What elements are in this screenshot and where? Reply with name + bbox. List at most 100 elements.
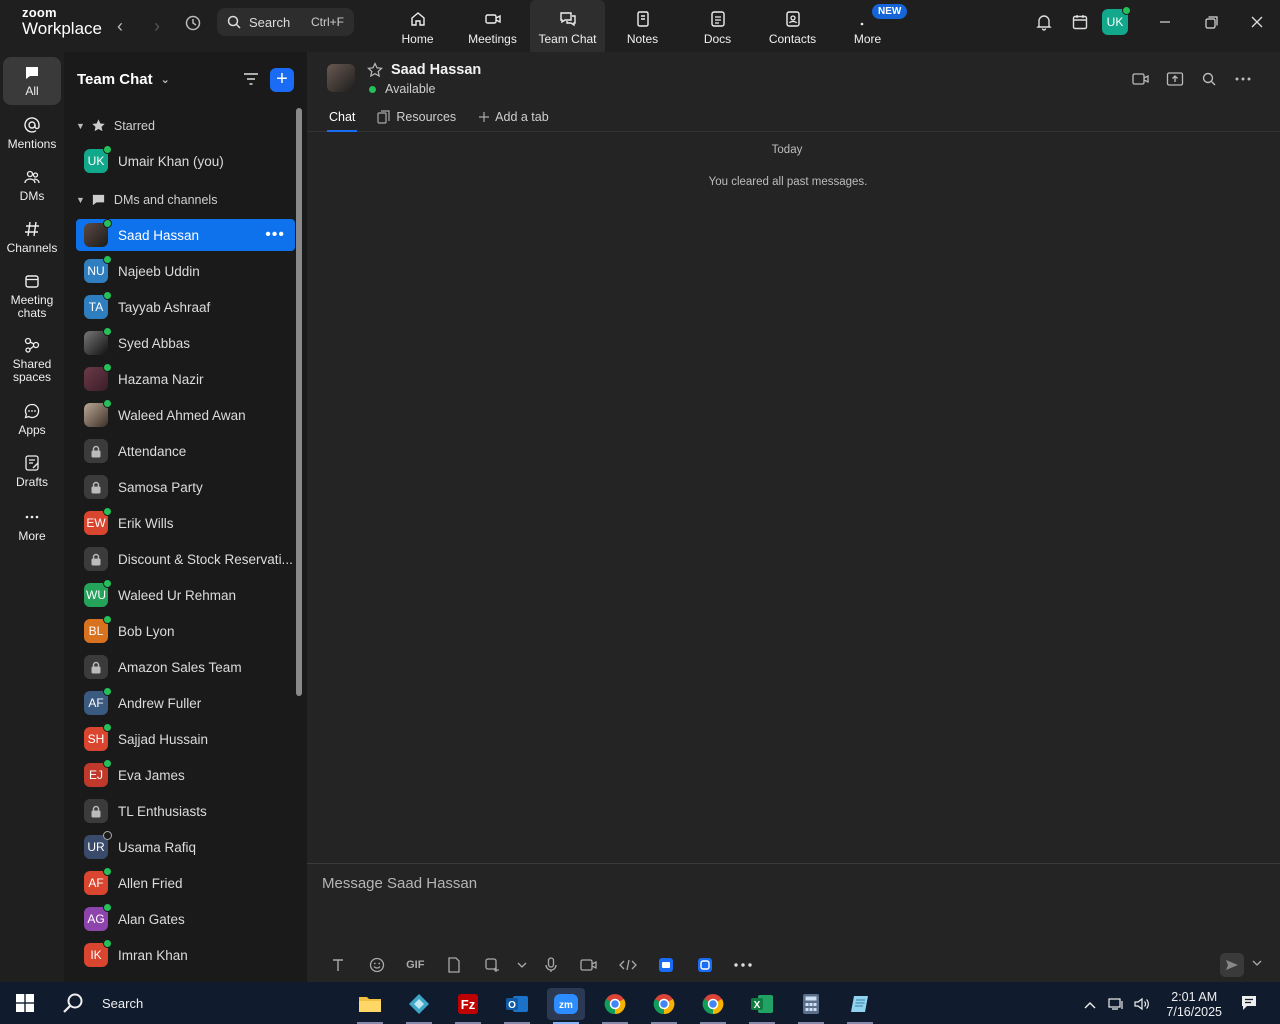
rail-item-more[interactable]: More (3, 508, 61, 543)
tab-docs[interactable]: Docs (680, 0, 755, 52)
chat-list-item[interactable]: UK Umair Khan (you) (76, 145, 295, 177)
chat-list-item[interactable]: IK Imran Khan (76, 939, 295, 971)
chevron-down-icon[interactable] (1252, 958, 1262, 969)
rail-item-dms[interactable]: DMs (3, 168, 61, 203)
chat-list-item[interactable]: Discount & Stock Reservati... (76, 543, 295, 575)
volume-icon[interactable] (1134, 997, 1150, 1014)
bell-icon[interactable] (1026, 4, 1062, 40)
chat-list-item[interactable]: Waleed Ahmed Awan (76, 399, 295, 431)
tab-contacts[interactable]: Contacts (755, 0, 830, 52)
video-call-icon[interactable] (1124, 68, 1158, 90)
close-icon[interactable] (1234, 0, 1280, 44)
chrome-icon[interactable] (694, 988, 732, 1024)
chrome-icon[interactable] (645, 988, 683, 1024)
chat-list-item[interactable]: Hazama Nazir (76, 363, 295, 395)
calendar-icon[interactable] (1062, 4, 1098, 40)
screenshot-icon[interactable] (473, 953, 512, 977)
chat-list-item[interactable]: Samosa Party (76, 471, 295, 503)
tab-resources[interactable]: Resources (377, 108, 456, 126)
excel-icon[interactable]: X (743, 988, 781, 1024)
tab-team-chat[interactable]: Team Chat (530, 0, 605, 52)
chevron-up-icon[interactable] (1084, 998, 1096, 1012)
chat-list-item[interactable]: Saad Hassan ••• (76, 219, 295, 251)
chat-list-item[interactable]: AG Alan Gates (76, 903, 295, 935)
format-text-icon[interactable] (319, 953, 358, 977)
filezilla-icon[interactable]: Fz (449, 988, 487, 1024)
chat-list-item[interactable]: UR Usama Rafiq (76, 831, 295, 863)
diamond-app-icon[interactable] (400, 988, 438, 1024)
rail-item-mentions[interactable]: Mentions (3, 116, 61, 151)
chat-list-item[interactable]: Amazon Sales Team (76, 651, 295, 683)
tab-notes[interactable]: Notes (605, 0, 680, 52)
chat-list-item[interactable]: NU Najeeb Uddin (76, 255, 295, 287)
star-outline-icon[interactable] (367, 62, 383, 83)
online-status-dot (103, 399, 112, 408)
section-dms-channels[interactable]: ▼ DMs and channels (76, 192, 217, 207)
chat-list-item[interactable]: SH Sajjad Hussain (76, 723, 295, 755)
rail-item-channels[interactable]: Channels (3, 220, 61, 255)
user-avatar[interactable]: UK (1102, 6, 1131, 35)
forward-arrow-icon[interactable]: › (145, 14, 169, 38)
restore-icon[interactable] (1188, 0, 1234, 44)
code-snippet-icon[interactable] (609, 953, 648, 977)
back-arrow-icon[interactable]: ‹ (108, 14, 132, 38)
filter-icon[interactable] (242, 70, 260, 93)
tab-add-a-tab[interactable]: Add a tab (478, 108, 549, 126)
notification-center-icon[interactable] (1240, 994, 1258, 1017)
chat-list-item[interactable]: BL Bob Lyon (76, 615, 295, 647)
app-blue-zoom-icon[interactable] (686, 953, 725, 977)
gif-icon[interactable]: GIF (396, 953, 435, 977)
contact-avatar[interactable] (327, 64, 355, 92)
chat-list-item[interactable]: WU Waleed Ur Rehman (76, 579, 295, 611)
message-input[interactable] (322, 872, 1222, 894)
chat-list-item[interactable]: TA Tayyab Ashraaf (76, 291, 295, 323)
file-explorer-icon[interactable] (351, 988, 389, 1024)
online-status-dot (103, 687, 112, 696)
sidebar-title[interactable]: Team Chat ⌄ (77, 71, 170, 88)
app-blue-chat-icon[interactable] (647, 953, 686, 977)
calculator-icon[interactable] (792, 988, 830, 1024)
chat-list-item[interactable]: AF Andrew Fuller (76, 687, 295, 719)
chat-list-item[interactable]: TL Enthusiasts (76, 795, 295, 827)
chat-list-item[interactable]: EW Erik Wills (76, 507, 295, 539)
file-icon[interactable] (435, 953, 474, 977)
contact-name[interactable]: Saad Hassan (391, 62, 481, 78)
chevron-down-icon[interactable] (512, 953, 532, 977)
tab-chat[interactable]: Chat (326, 108, 358, 132)
share-screen-icon[interactable] (1158, 68, 1192, 90)
zoom-taskbar-icon[interactable]: zm (547, 988, 585, 1024)
new-chat-button[interactable]: + (270, 68, 294, 92)
microphone-icon[interactable] (532, 953, 571, 977)
send-button[interactable] (1220, 953, 1244, 977)
tab-more[interactable]: NEW More (830, 0, 908, 52)
more-options-icon[interactable] (724, 953, 763, 977)
chat-list-item[interactable]: EJ Eva James (76, 759, 295, 791)
history-icon[interactable] (181, 14, 205, 38)
rail-item-drafts[interactable]: Drafts (3, 454, 61, 489)
chat-list-item[interactable]: Syed Abbas (76, 327, 295, 359)
rail-item-all[interactable]: All (3, 57, 61, 105)
search-box[interactable]: Search Ctrl+F (217, 8, 354, 36)
sidebar-scrollbar[interactable] (296, 108, 302, 696)
section-starred[interactable]: ▼ Starred (76, 118, 155, 133)
more-options-icon[interactable]: ••• (265, 226, 285, 244)
more-options-icon[interactable] (1226, 68, 1260, 90)
tab-home[interactable]: Home (380, 0, 455, 52)
emoji-icon[interactable] (358, 953, 397, 977)
minimize-icon[interactable] (1142, 0, 1188, 44)
chrome-icon[interactable] (596, 988, 634, 1024)
chat-list-item[interactable]: Attendance (76, 435, 295, 467)
taskbar-clock[interactable]: 2:01 AM 7/16/2025 (1166, 990, 1222, 1020)
outlook-icon[interactable]: O (498, 988, 536, 1024)
video-message-icon[interactable] (570, 953, 609, 977)
network-icon[interactable] (1108, 997, 1124, 1014)
windows-start-icon[interactable] (16, 994, 34, 1017)
tab-meetings[interactable]: Meetings (455, 0, 530, 52)
rail-item-shared-spaces[interactable]: Shared spaces (3, 336, 61, 384)
rail-item-meeting-chats[interactable]: Meeting chats (3, 272, 61, 320)
notepad-icon[interactable] (841, 988, 879, 1024)
search-icon[interactable] (1192, 68, 1226, 90)
taskbar-search[interactable]: Search (62, 992, 143, 1014)
rail-item-apps[interactable]: Apps (3, 402, 61, 437)
chat-list-item[interactable]: AF Allen Fried (76, 867, 295, 899)
